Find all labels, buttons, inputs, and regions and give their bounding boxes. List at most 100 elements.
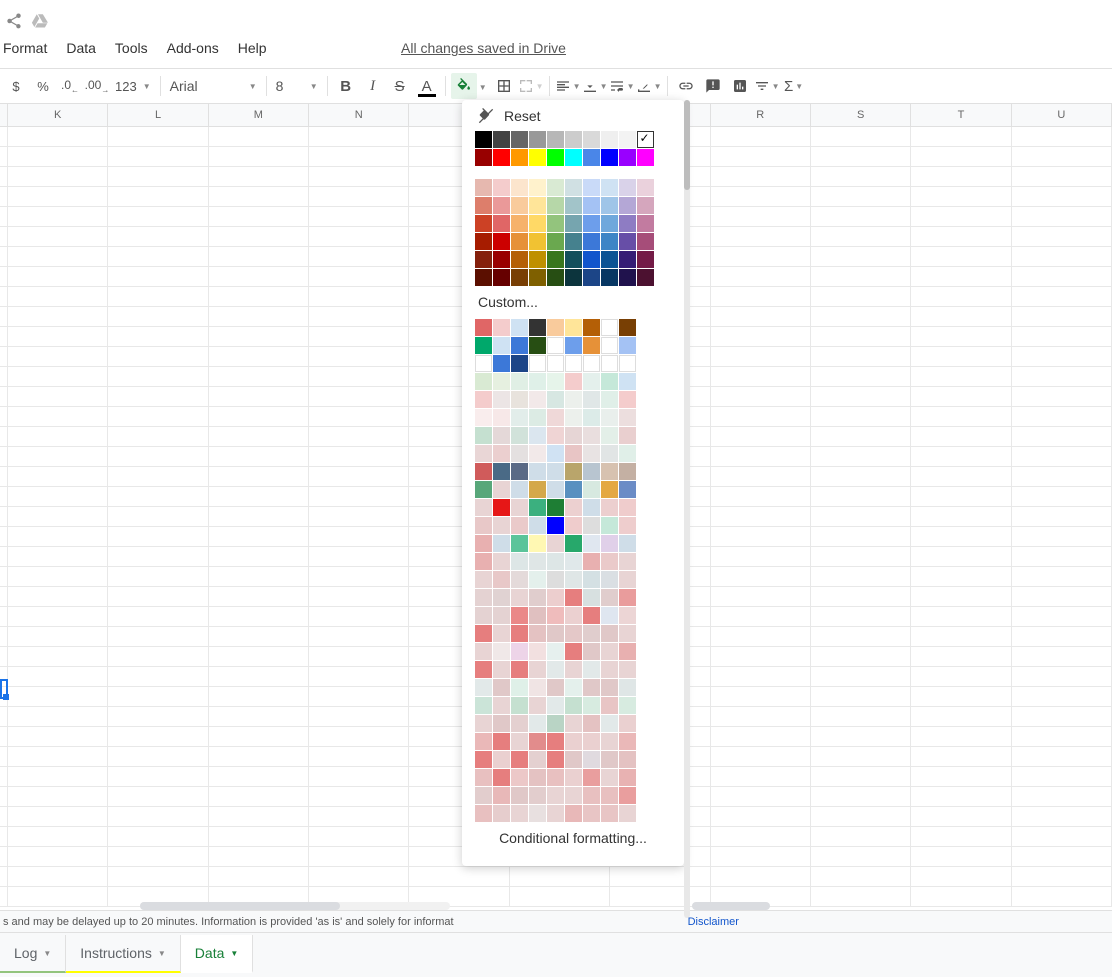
- color-swatch[interactable]: [511, 517, 528, 534]
- color-swatch[interactable]: [529, 179, 546, 196]
- color-swatch[interactable]: [529, 769, 546, 786]
- color-swatch[interactable]: [529, 251, 546, 268]
- col-header[interactable]: L: [108, 104, 208, 126]
- color-swatch[interactable]: [619, 463, 636, 480]
- color-swatch[interactable]: [493, 251, 510, 268]
- menu-format[interactable]: Format: [3, 40, 47, 56]
- color-swatch[interactable]: [619, 751, 636, 768]
- color-swatch[interactable]: [475, 427, 492, 444]
- color-swatch[interactable]: [547, 733, 564, 750]
- color-swatch[interactable]: [565, 589, 582, 606]
- color-swatch[interactable]: [511, 131, 528, 148]
- color-swatch[interactable]: [547, 391, 564, 408]
- color-swatch[interactable]: [601, 607, 618, 624]
- color-swatch[interactable]: [583, 463, 600, 480]
- color-swatch[interactable]: [475, 679, 492, 696]
- color-swatch[interactable]: [601, 233, 618, 250]
- color-swatch[interactable]: [565, 679, 582, 696]
- color-swatch[interactable]: [601, 215, 618, 232]
- color-swatch[interactable]: [565, 481, 582, 498]
- color-swatch[interactable]: [493, 131, 510, 148]
- color-swatch[interactable]: [511, 251, 528, 268]
- color-swatch[interactable]: [601, 589, 618, 606]
- color-swatch[interactable]: [493, 805, 510, 822]
- color-swatch[interactable]: [619, 517, 636, 534]
- color-swatch[interactable]: [583, 355, 600, 372]
- color-swatch[interactable]: [565, 607, 582, 624]
- color-swatch[interactable]: [601, 517, 618, 534]
- color-swatch[interactable]: [529, 787, 546, 804]
- color-swatch[interactable]: [565, 337, 582, 354]
- color-swatch[interactable]: [565, 697, 582, 714]
- color-swatch[interactable]: [619, 553, 636, 570]
- color-swatch[interactable]: [493, 661, 510, 678]
- color-swatch[interactable]: [529, 553, 546, 570]
- color-swatch[interactable]: [565, 391, 582, 408]
- color-swatch[interactable]: [583, 427, 600, 444]
- color-swatch[interactable]: [583, 481, 600, 498]
- color-swatch[interactable]: [565, 625, 582, 642]
- color-swatch[interactable]: [601, 409, 618, 426]
- color-swatch[interactable]: [601, 751, 618, 768]
- color-swatch[interactable]: [565, 643, 582, 660]
- color-swatch[interactable]: [475, 409, 492, 426]
- italic-button[interactable]: I: [360, 73, 386, 99]
- color-swatch[interactable]: [493, 715, 510, 732]
- color-swatch[interactable]: [529, 409, 546, 426]
- col-header[interactable]: M: [209, 104, 309, 126]
- color-swatch[interactable]: [565, 233, 582, 250]
- color-swatch[interactable]: [547, 251, 564, 268]
- color-swatch[interactable]: [475, 355, 492, 372]
- color-swatch[interactable]: [565, 805, 582, 822]
- color-swatch[interactable]: [637, 179, 654, 196]
- color-swatch[interactable]: [511, 319, 528, 336]
- color-swatch[interactable]: [547, 179, 564, 196]
- comment-button[interactable]: [700, 73, 726, 99]
- color-swatch[interactable]: [547, 355, 564, 372]
- color-swatch[interactable]: [529, 197, 546, 214]
- color-swatch[interactable]: [547, 679, 564, 696]
- color-swatch[interactable]: [619, 427, 636, 444]
- color-swatch[interactable]: [493, 697, 510, 714]
- reset-color-button[interactable]: Reset: [474, 108, 672, 130]
- color-swatch[interactable]: [493, 197, 510, 214]
- color-swatch[interactable]: [511, 769, 528, 786]
- color-swatch[interactable]: [583, 269, 600, 286]
- color-swatch[interactable]: [565, 535, 582, 552]
- color-swatch[interactable]: [565, 355, 582, 372]
- color-swatch[interactable]: [511, 355, 528, 372]
- color-swatch[interactable]: [565, 215, 582, 232]
- color-swatch[interactable]: [619, 409, 636, 426]
- color-swatch[interactable]: [493, 319, 510, 336]
- color-swatch[interactable]: [583, 733, 600, 750]
- h-align-button[interactable]: ▼: [555, 73, 581, 99]
- color-swatch[interactable]: [619, 787, 636, 804]
- color-swatch[interactable]: [637, 131, 654, 148]
- color-swatch[interactable]: [511, 481, 528, 498]
- color-swatch[interactable]: [601, 805, 618, 822]
- color-swatch[interactable]: [601, 149, 618, 166]
- color-swatch[interactable]: [583, 805, 600, 822]
- color-swatch[interactable]: [511, 391, 528, 408]
- color-swatch[interactable]: [493, 391, 510, 408]
- color-swatch[interactable]: [619, 233, 636, 250]
- col-header[interactable]: R: [711, 104, 811, 126]
- color-swatch[interactable]: [601, 445, 618, 462]
- color-swatch[interactable]: [565, 733, 582, 750]
- color-swatch[interactable]: [511, 149, 528, 166]
- col-header[interactable]: S: [811, 104, 911, 126]
- color-swatch[interactable]: [493, 499, 510, 516]
- color-swatch[interactable]: [547, 427, 564, 444]
- custom-color-button[interactable]: Custom...: [474, 286, 672, 318]
- rotate-button[interactable]: ▼: [636, 73, 662, 99]
- tab-log[interactable]: Log▼: [0, 935, 66, 973]
- color-swatch[interactable]: [511, 607, 528, 624]
- color-swatch[interactable]: [529, 607, 546, 624]
- color-swatch[interactable]: [547, 517, 564, 534]
- color-swatch[interactable]: [547, 553, 564, 570]
- color-swatch[interactable]: [475, 373, 492, 390]
- color-swatch[interactable]: [493, 445, 510, 462]
- color-swatch[interactable]: [583, 751, 600, 768]
- color-swatch[interactable]: [475, 625, 492, 642]
- color-swatch[interactable]: [619, 337, 636, 354]
